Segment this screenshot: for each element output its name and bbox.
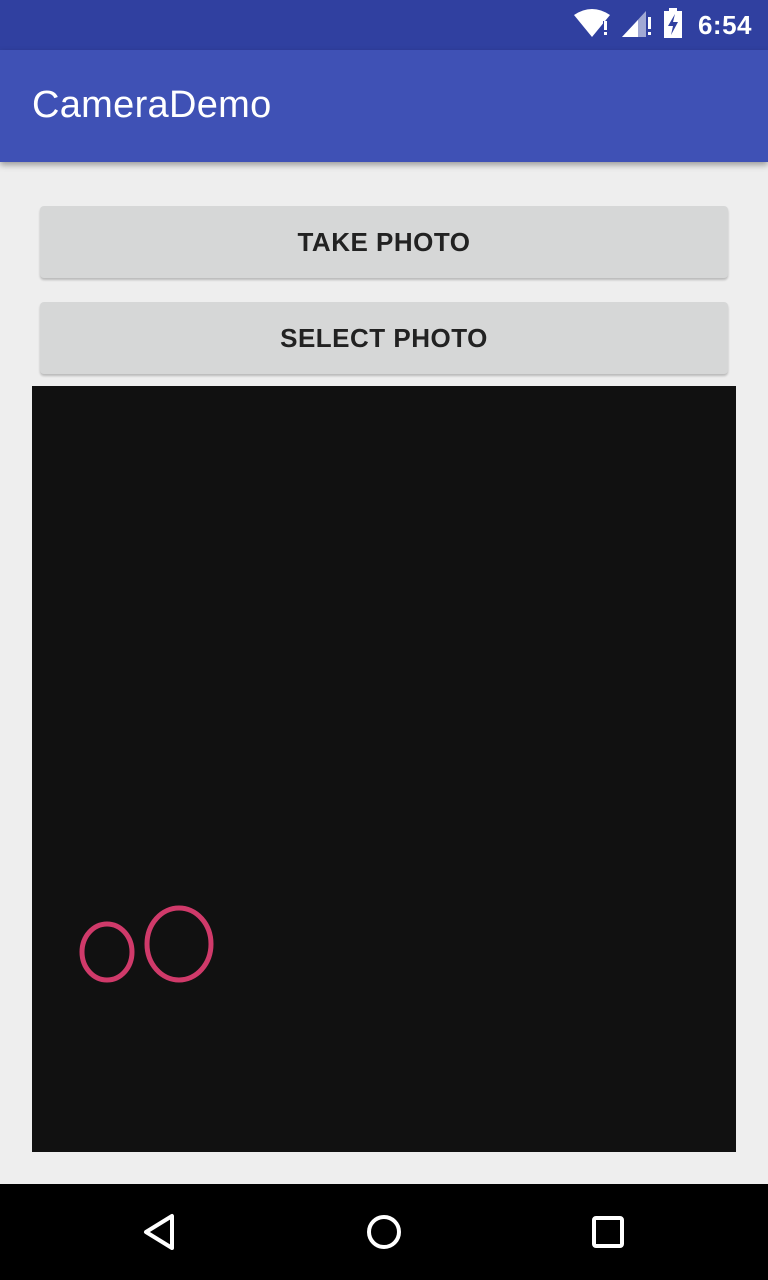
wifi-alert-icon <box>572 7 612 44</box>
photo-image-view <box>32 386 736 1152</box>
app-title: CameraDemo <box>32 84 272 126</box>
status-icons: 6:54 <box>572 0 752 50</box>
status-bar: 6:54 <box>0 0 768 50</box>
select-photo-button[interactable]: SELECT PHOTO <box>40 302 728 374</box>
app-bar: CameraDemo <box>0 50 768 162</box>
recents-icon[interactable] <box>578 1202 638 1262</box>
signal-alert-icon <box>620 7 654 44</box>
photo-content <box>79 905 214 983</box>
status-time: 6:54 <box>697 9 752 40</box>
take-photo-button[interactable]: TAKE PHOTO <box>40 206 728 278</box>
back-icon[interactable] <box>130 1202 190 1262</box>
navigation-bar <box>0 1184 768 1280</box>
battery-charging-icon <box>662 7 684 44</box>
home-icon[interactable] <box>354 1202 414 1262</box>
